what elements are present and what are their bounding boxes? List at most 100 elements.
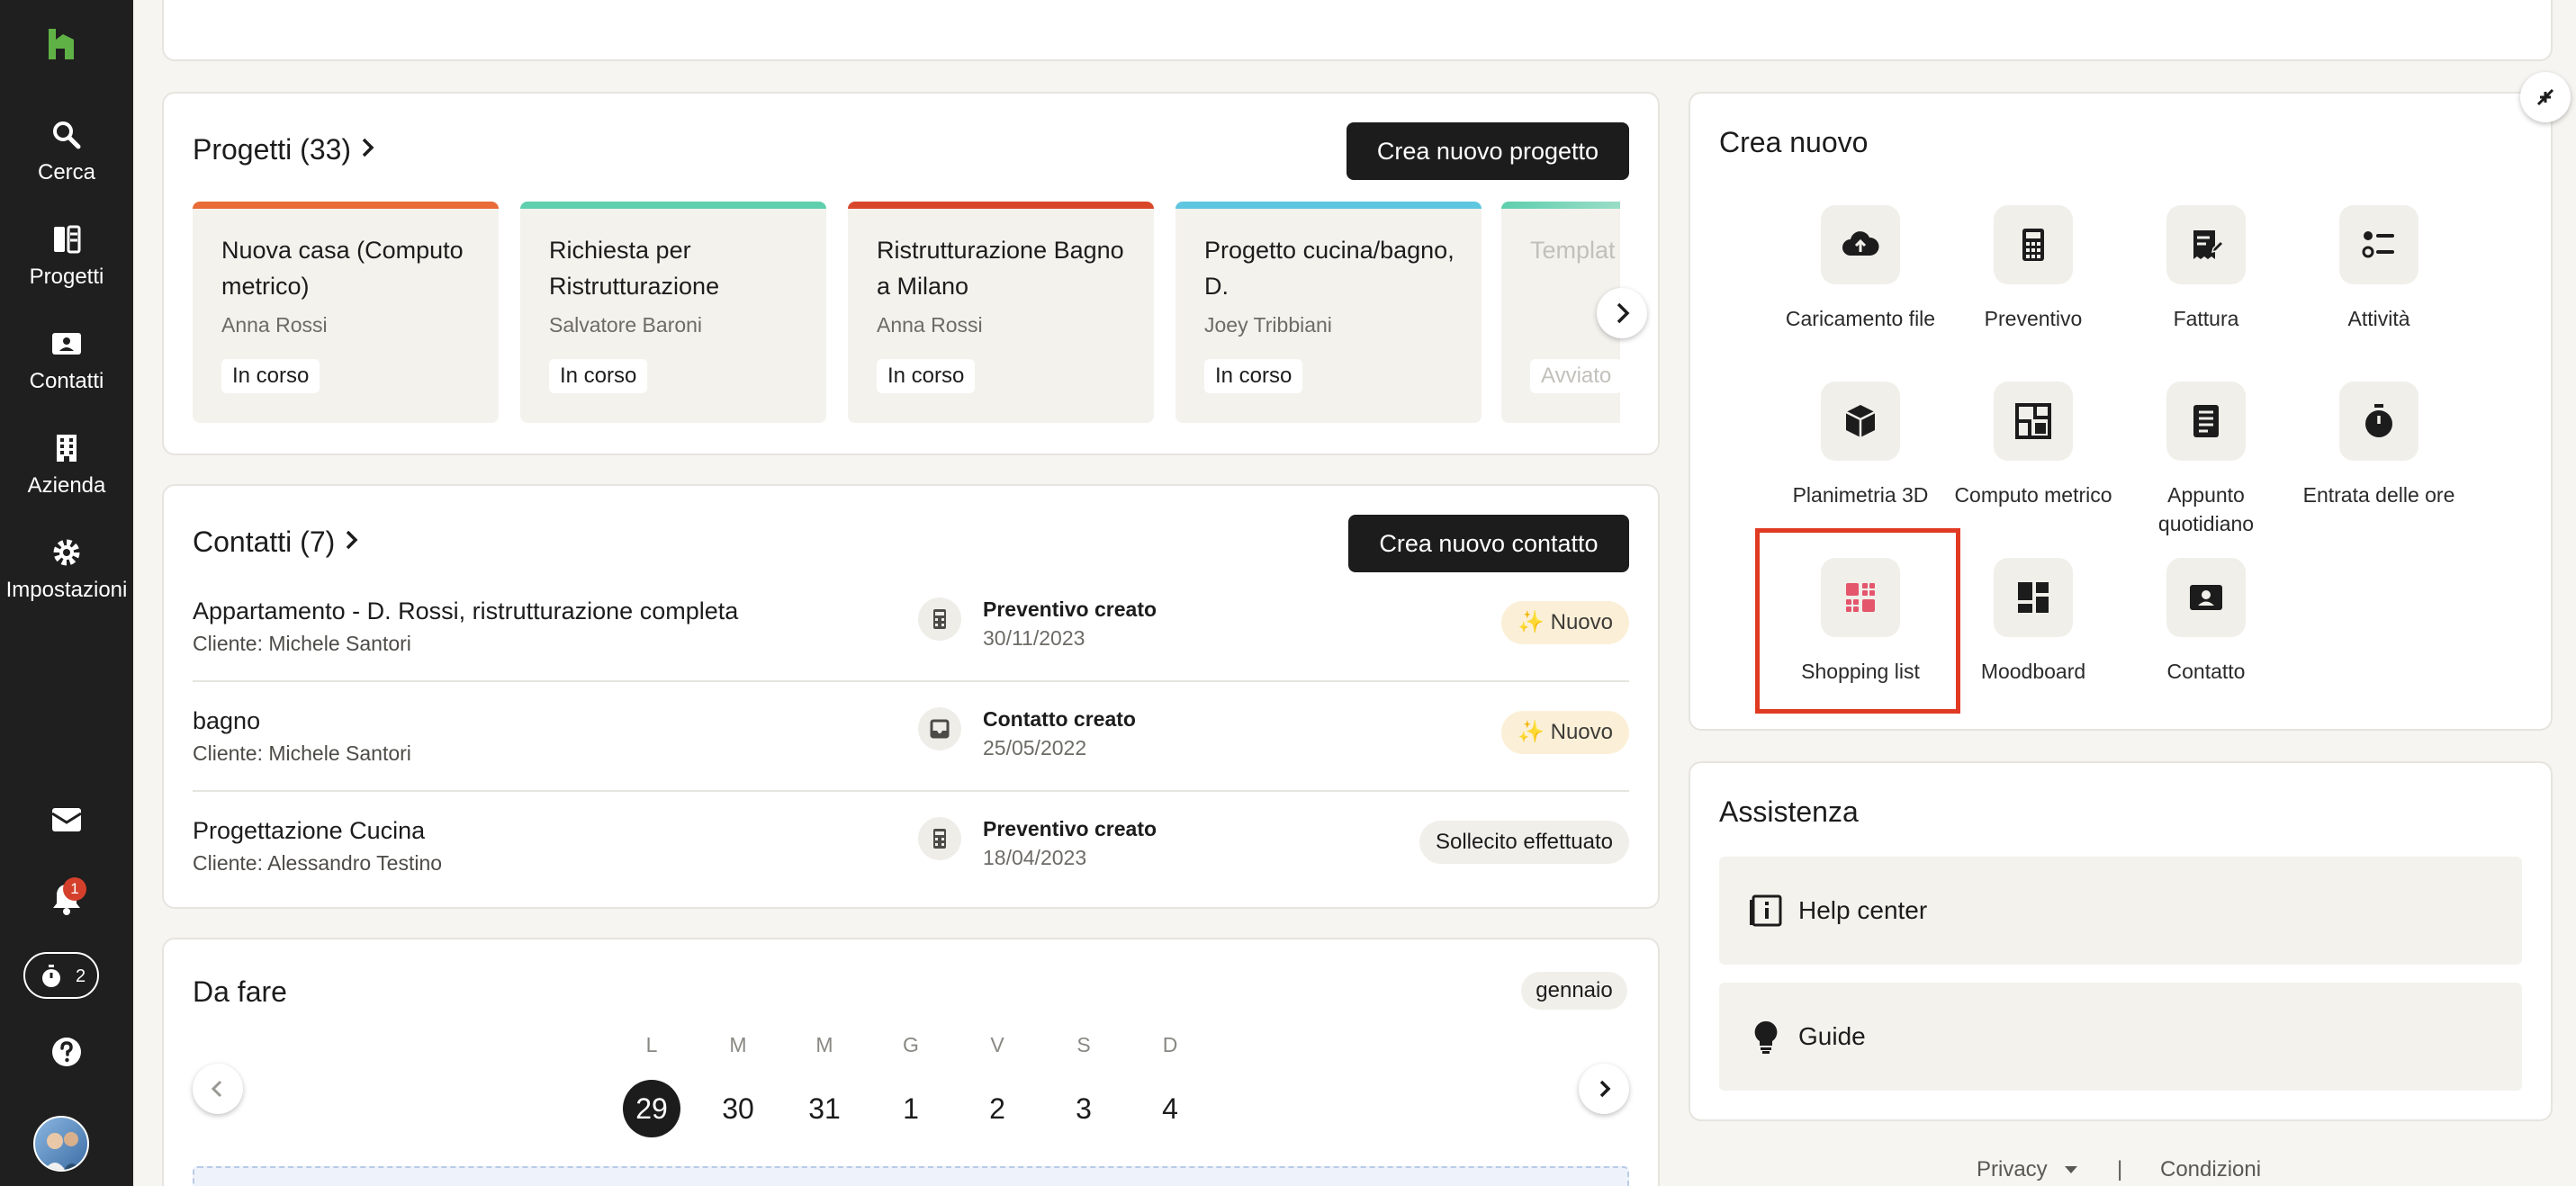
sidebar-item-impostazioni[interactable]: Impostazioni	[0, 536, 133, 603]
contact-client: Cliente: Michele Santori	[193, 741, 411, 765]
project-color-bar	[193, 202, 499, 209]
timer-count: 2	[76, 966, 86, 986]
app-logo-icon[interactable]	[45, 27, 77, 59]
project-owner: Anna Rossi	[877, 313, 983, 337]
create-item-label: Appunto quotidiano	[2157, 483, 2255, 535]
create-estimate-button[interactable]: Preventivo	[1947, 205, 2120, 333]
weekday-label: G	[903, 1033, 919, 1056]
create-project-button[interactable]: Crea nuovo progetto	[1347, 122, 1629, 180]
status-badge: ✨ Nuovo	[1501, 711, 1629, 754]
create-contact-button[interactable]: Crea nuovo contatto	[1348, 515, 1629, 572]
top-card	[162, 0, 2553, 61]
calendar-prev-button[interactable]	[193, 1064, 243, 1114]
help-center-link[interactable]: Help center	[1719, 857, 2522, 965]
create-3d-plan-button[interactable]: Planimetria 3D	[1774, 382, 1947, 509]
project-card[interactable]: Progetto cucina/bagno, D. Joey Tribbiani…	[1175, 202, 1482, 423]
create-item-label: Fattura	[2173, 307, 2239, 330]
lightbulb-icon	[1754, 1020, 1778, 1054]
calendar-day[interactable]: 31	[796, 1080, 853, 1137]
chevron-right-icon	[346, 530, 358, 550]
project-status: In corso	[877, 359, 976, 393]
project-title: Nuova casa (Computo metrico)	[221, 237, 464, 300]
sidebar-item-label: Impostazioni	[5, 578, 128, 602]
divider	[193, 790, 1629, 792]
create-file-upload-button[interactable]: Caricamento file	[1774, 205, 1947, 333]
collapse-button[interactable]	[2520, 72, 2571, 122]
project-card[interactable]: Nuova casa (Computo metrico) Anna Rossi …	[193, 202, 499, 423]
footer-separator: |	[2117, 1157, 2123, 1182]
project-title: Richiesta per Ristrutturazione	[549, 237, 720, 300]
create-time-entry-button[interactable]: Entrata delle ore	[2292, 382, 2465, 509]
projects-title-link[interactable]: Progetti (33)	[193, 133, 377, 166]
weekday-label: L	[645, 1033, 658, 1056]
timer-button[interactable]: 2	[23, 952, 99, 999]
inbox-icon[interactable]	[50, 806, 83, 833]
weekday-label: M	[729, 1033, 747, 1056]
sidebar-item-contatti[interactable]: Contatti	[0, 328, 133, 394]
calendar-day[interactable]: 4	[1141, 1080, 1199, 1137]
create-bill-of-quantities-button[interactable]: Computo metrico	[1947, 382, 2120, 509]
inbox-tray-icon	[918, 707, 961, 750]
contact-name: bagno	[193, 707, 261, 734]
conditions-link[interactable]: Condizioni	[2160, 1157, 2261, 1182]
sidebar-item-azienda[interactable]: Azienda	[0, 432, 133, 499]
stopwatch-icon	[42, 965, 60, 987]
guide-label: Guide	[1798, 1022, 1866, 1050]
highlight-box	[1755, 528, 1960, 714]
calendar-day-selected[interactable]: 29	[623, 1080, 680, 1137]
create-item-label: Preventivo	[1984, 307, 2083, 330]
calendar-day[interactable]: 1	[882, 1080, 940, 1137]
create-item-label: Computo metrico	[1954, 483, 2112, 507]
calendar-day[interactable]: 30	[709, 1080, 767, 1137]
gear-icon	[53, 539, 80, 566]
sidebar-item-progetti[interactable]: Progetti	[0, 223, 133, 290]
contact-client: Cliente: Alessandro Testino	[193, 851, 443, 875]
contacts-title: Contatti (7)	[193, 526, 336, 558]
create-item-label: Entrata delle ore	[2302, 483, 2455, 507]
contact-row[interactable]: Appartamento - D. Rossi, ristrutturazion…	[193, 587, 1629, 695]
sidebar-item-cerca[interactable]: Cerca	[0, 119, 133, 185]
todo-task-area[interactable]	[193, 1166, 1629, 1186]
projects-icon	[54, 225, 81, 254]
project-card[interactable]: Richiesta per Ristrutturazione Salvatore…	[520, 202, 826, 423]
create-item-label: Contatto	[2166, 660, 2246, 683]
contacts-title-link[interactable]: Contatti (7)	[193, 526, 361, 559]
moodboard-icon	[2018, 582, 2049, 613]
month-selector[interactable]: gennaio	[1521, 972, 1627, 1010]
create-activity-button[interactable]: Attività	[2292, 205, 2465, 333]
project-title: Progetto cucina/bagno, D.	[1204, 237, 1455, 300]
help-icon[interactable]	[51, 1037, 82, 1067]
projects-next-button[interactable]	[1597, 288, 1647, 338]
create-invoice-button[interactable]: Fattura	[2120, 205, 2292, 333]
create-daily-note-button[interactable]: Appunto quotidiano	[2120, 382, 2292, 538]
sidebar-item-label: Contatti	[29, 369, 104, 393]
calendar-next-button[interactable]	[1579, 1064, 1629, 1114]
calendar-day[interactable]: 2	[968, 1080, 1026, 1137]
project-color-bar	[1175, 202, 1482, 209]
create-item-label: Moodboard	[1980, 660, 2086, 683]
contact-row[interactable]: bagno Cliente: Michele Santori Contatto …	[193, 696, 1629, 804]
contact-date: 30/11/2023	[983, 626, 1085, 650]
task-list-icon	[2362, 231, 2394, 258]
contact-row[interactable]: Progettazione Cucina Cliente: Alessandro…	[193, 806, 1629, 914]
status-badge-label: Nuovo	[1550, 720, 1613, 744]
notebook-icon	[2193, 405, 2219, 437]
create-item-label: Caricamento file	[1785, 307, 1936, 330]
weekday-label: S	[1076, 1033, 1091, 1056]
cube-icon	[1845, 405, 1876, 437]
privacy-dropdown[interactable]: Privacy	[1977, 1157, 2080, 1182]
chevron-right-icon	[1617, 302, 1630, 324]
project-color-bar	[848, 202, 1154, 209]
help-book-icon	[1750, 894, 1782, 927]
guide-link[interactable]: Guide	[1719, 983, 2522, 1091]
sidebar-item-label: Cerca	[37, 160, 96, 184]
user-avatar[interactable]	[33, 1116, 89, 1172]
calendar-day[interactable]: 3	[1055, 1080, 1112, 1137]
contact-event: Preventivo creato	[983, 817, 1157, 840]
create-moodboard-button[interactable]: Moodboard	[1947, 558, 2120, 686]
chevron-right-icon	[362, 138, 374, 157]
project-card[interactable]: Ristrutturazione Bagno a Milano Anna Ros…	[848, 202, 1154, 423]
contact-date: 25/05/2022	[983, 736, 1087, 759]
create-contact-button[interactable]: Contatto	[2120, 558, 2292, 686]
divider	[193, 680, 1629, 682]
